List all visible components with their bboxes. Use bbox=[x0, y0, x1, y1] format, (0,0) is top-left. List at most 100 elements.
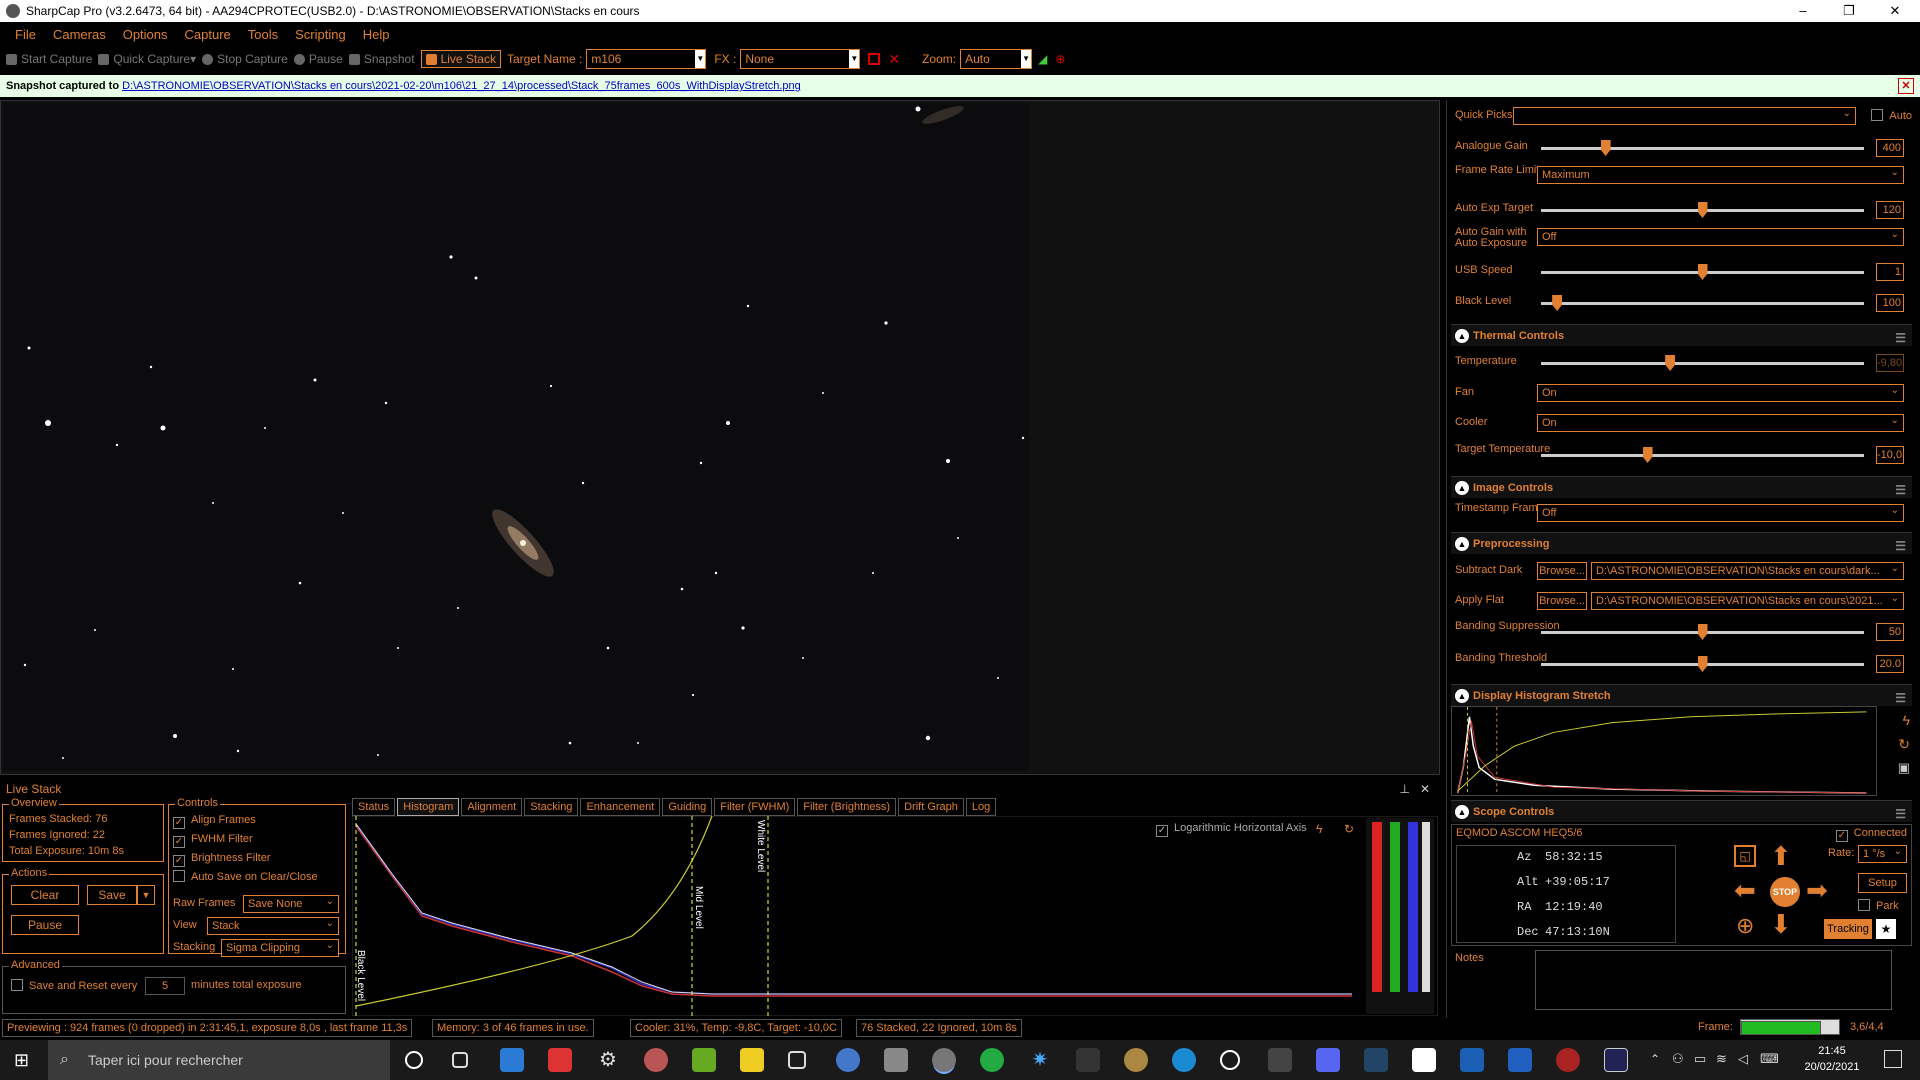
sticky-notes-icon[interactable] bbox=[740, 1048, 764, 1072]
display-histogram-graph[interactable] bbox=[1451, 706, 1877, 796]
snapshot-button[interactable]: Snapshot bbox=[348, 52, 415, 66]
tab-status[interactable]: Status bbox=[352, 798, 396, 816]
target-temperature-slider[interactable] bbox=[1541, 447, 1864, 463]
thermal-controls-header[interactable]: ▲ Thermal Controls ☰ bbox=[1451, 324, 1912, 346]
app-icon[interactable] bbox=[1460, 1048, 1484, 1072]
target-icon[interactable]: ⊕ bbox=[1736, 913, 1754, 939]
usb-speed-slider[interactable] bbox=[1541, 264, 1864, 280]
chevron-down-icon[interactable]: ▼ bbox=[1021, 50, 1032, 68]
brightness-filter-checkbox[interactable]: ✓ Brightness Filter bbox=[173, 849, 318, 868]
app-icon[interactable] bbox=[1604, 1048, 1628, 1072]
app-icon[interactable] bbox=[1220, 1050, 1240, 1070]
fx-select[interactable]: None ▼ bbox=[740, 49, 861, 69]
app-icon[interactable] bbox=[836, 1048, 860, 1072]
menu-cameras[interactable]: Cameras bbox=[53, 27, 106, 42]
tab-stacking[interactable]: Stacking bbox=[524, 798, 579, 816]
fwhm-filter-checkbox[interactable]: ✓ FWHM Filter bbox=[173, 830, 318, 849]
mail-icon[interactable] bbox=[500, 1048, 524, 1072]
arrow-up-icon[interactable]: ⬆ bbox=[1770, 841, 1792, 872]
tab-filter-brightness[interactable]: Filter (Brightness) bbox=[797, 798, 897, 816]
pin-icon[interactable]: ⊥ bbox=[1400, 782, 1410, 796]
target-name-input[interactable]: m106 ▼ bbox=[586, 49, 707, 69]
display-histogram-header[interactable]: ▲ Display Histogram Stretch ☰ bbox=[1451, 684, 1912, 706]
arrow-right-icon[interactable]: ➡ bbox=[1806, 875, 1828, 906]
tab-filter-fwhm[interactable]: Filter (FWHM) bbox=[714, 798, 796, 816]
banding-threshold-value[interactable]: 20.0 bbox=[1876, 655, 1904, 673]
slider-knob[interactable] bbox=[1697, 264, 1708, 280]
taskbar-clock[interactable]: 21:45 20/02/2021 bbox=[1790, 1043, 1874, 1075]
close-notification-button[interactable]: ✕ bbox=[1898, 78, 1914, 94]
close-panel-icon[interactable]: ✕ bbox=[1420, 782, 1430, 796]
menu-file[interactable]: File bbox=[15, 27, 36, 42]
stack-histogram-graph[interactable] bbox=[352, 816, 1438, 1016]
mid-level-marker[interactable]: Mid Level bbox=[693, 886, 704, 929]
slider-knob[interactable] bbox=[1697, 202, 1708, 218]
app-icon[interactable] bbox=[1268, 1048, 1292, 1072]
log-axis-checkbox[interactable]: ✓ Logarithmic Horizontal Axis bbox=[1156, 822, 1307, 837]
reset-icon[interactable]: ↻ bbox=[1344, 822, 1354, 836]
align-frames-checkbox[interactable]: ✓ Align Frames bbox=[173, 811, 318, 830]
app-icon[interactable] bbox=[788, 1051, 806, 1069]
auto-exp-slider[interactable] bbox=[1541, 202, 1864, 218]
record-icon[interactable] bbox=[868, 53, 881, 65]
auto-gain-select[interactable]: Off bbox=[1537, 227, 1904, 246]
collapse-icon[interactable]: ▲ bbox=[1455, 481, 1469, 495]
dark-path-select[interactable]: D:\ASTRONOMIE\OBSERVATION\Stacks en cour… bbox=[1591, 562, 1904, 580]
app-icon[interactable] bbox=[1076, 1048, 1100, 1072]
wifi-icon[interactable]: ≋ bbox=[1716, 1051, 1727, 1067]
collapse-icon[interactable]: ▲ bbox=[1455, 329, 1469, 343]
chevron-down-icon[interactable]: ▼ bbox=[849, 50, 860, 68]
cortana-icon[interactable] bbox=[405, 1051, 423, 1069]
tab-log[interactable]: Log bbox=[965, 798, 997, 816]
white-level-marker[interactable]: White Level bbox=[755, 820, 766, 872]
tab-guiding[interactable]: Guiding bbox=[662, 798, 713, 816]
tab-drift-graph[interactable]: Drift Graph bbox=[898, 798, 964, 816]
black-level-value[interactable]: 100 bbox=[1876, 294, 1904, 312]
target-temperature-value[interactable]: -10,0 bbox=[1876, 446, 1904, 464]
image-controls-header[interactable]: ▲ Image Controls ☰ bbox=[1451, 476, 1912, 498]
save-reset-checkbox[interactable]: Save and Reset every bbox=[11, 979, 137, 992]
auto-save-checkbox[interactable]: Auto Save on Clear/Close bbox=[173, 868, 318, 887]
discord-icon[interactable] bbox=[1316, 1048, 1340, 1072]
arrow-left-icon[interactable]: ⬅ bbox=[1734, 875, 1756, 906]
goto-icon[interactable]: ◱ bbox=[1734, 845, 1756, 867]
analogue-gain-value[interactable]: 400 bbox=[1876, 139, 1904, 157]
banding-threshold-slider[interactable] bbox=[1541, 656, 1864, 672]
menu-help[interactable]: Help bbox=[363, 27, 390, 42]
maximize-button[interactable]: ❐ bbox=[1826, 0, 1872, 22]
tracking-button[interactable]: Tracking bbox=[1824, 919, 1872, 939]
lightning-icon[interactable]: ϟ bbox=[1316, 822, 1322, 836]
menu-tools[interactable]: Tools bbox=[248, 27, 278, 42]
settings-gear-icon[interactable]: ⚙ bbox=[596, 1048, 620, 1072]
pause-button[interactable]: Pause bbox=[293, 52, 343, 66]
arrow-down-icon[interactable]: ⬇ bbox=[1770, 909, 1792, 940]
setup-button[interactable]: Setup bbox=[1858, 873, 1907, 893]
app-icon[interactable] bbox=[980, 1048, 1004, 1072]
collapse-icon[interactable]: ▲ bbox=[1455, 689, 1469, 703]
task-view-icon[interactable] bbox=[452, 1052, 468, 1068]
stop-button[interactable]: STOP bbox=[1770, 877, 1800, 907]
usb-speed-value[interactable]: 1 bbox=[1876, 263, 1904, 281]
collapse-icon[interactable]: ▲ bbox=[1455, 537, 1469, 551]
app-icon[interactable] bbox=[1124, 1048, 1148, 1072]
cooler-select[interactable]: On bbox=[1537, 413, 1904, 432]
quick-picks-select[interactable] bbox=[1513, 106, 1856, 125]
app-icon[interactable] bbox=[1508, 1048, 1532, 1072]
tray-chevron-icon[interactable]: ⌃ bbox=[1650, 1052, 1660, 1066]
lightning-icon[interactable]: ϟ bbox=[1903, 712, 1910, 728]
zoom-search-icon[interactable]: ⊕ bbox=[1055, 52, 1065, 66]
battery-icon[interactable]: ▭ bbox=[1694, 1051, 1706, 1067]
stacking-select[interactable]: Sigma Clipping bbox=[221, 938, 339, 957]
pause-stack-button[interactable]: Pause bbox=[11, 915, 79, 935]
menu-options[interactable]: Options bbox=[123, 27, 168, 42]
close-window-button[interactable]: ✕ bbox=[1872, 0, 1918, 22]
raw-frames-select[interactable]: Save None bbox=[243, 894, 339, 913]
image-viewer[interactable] bbox=[0, 100, 1440, 775]
menu-icon[interactable]: ☰ bbox=[1895, 535, 1906, 557]
save-reset-stepper[interactable]: 5 bbox=[145, 977, 185, 995]
notifications-icon[interactable] bbox=[1884, 1050, 1902, 1068]
banding-suppression-slider[interactable] bbox=[1541, 624, 1864, 640]
menu-icon[interactable]: ☰ bbox=[1895, 327, 1906, 349]
collapse-icon[interactable]: ▲ bbox=[1455, 805, 1469, 819]
browse-flat-button[interactable]: Browse... bbox=[1537, 592, 1587, 610]
